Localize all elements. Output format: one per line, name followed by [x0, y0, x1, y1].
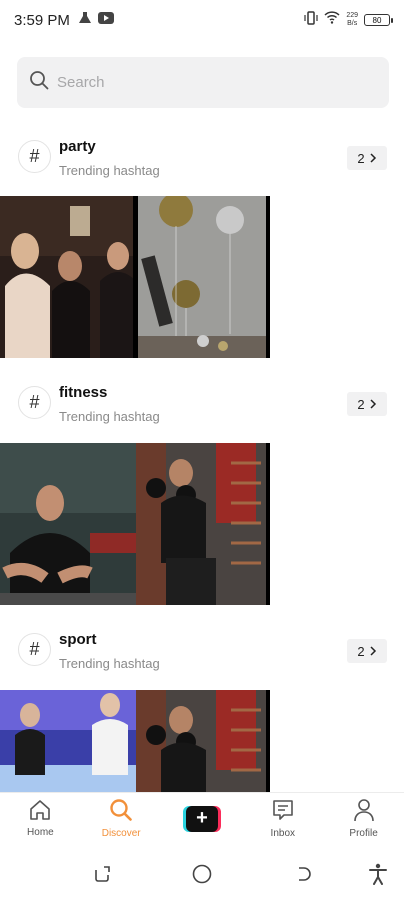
- battery-icon: 80: [364, 14, 393, 26]
- youtube-icon: [97, 11, 114, 29]
- status-bar: 3:59 PM 229 B/s 80: [0, 0, 404, 40]
- video-thumbnail[interactable]: [0, 690, 136, 792]
- video-thumbnail[interactable]: [136, 443, 270, 605]
- hashtag-subtitle: Trending hashtag: [59, 409, 160, 424]
- hashtag-count-button[interactable]: 2: [347, 392, 387, 416]
- hashtag-count: 2: [357, 643, 365, 659]
- chevron-right-icon: [369, 397, 377, 412]
- hashtag-icon: #: [18, 140, 51, 173]
- hashtag-videos-party: [0, 196, 270, 358]
- hashtag-count-button[interactable]: 2: [347, 639, 387, 663]
- nav-home[interactable]: Home: [0, 793, 81, 844]
- hashtag-row-fitness[interactable]: # fitness Trending hashtag 2: [0, 376, 404, 436]
- hashtag-icon: #: [18, 386, 51, 419]
- nav-inbox-label: Inbox: [270, 828, 296, 839]
- hashtag-row-sport[interactable]: # sport Trending hashtag 2: [0, 623, 404, 683]
- nav-discover[interactable]: Discover: [81, 793, 162, 844]
- video-thumbnail[interactable]: [138, 196, 270, 358]
- hashtag-subtitle: Trending hashtag: [59, 656, 160, 671]
- hashtag-row-party[interactable]: # party Trending hashtag 2: [0, 130, 404, 190]
- home-circle-icon[interactable]: [190, 862, 214, 886]
- speed-value: 229: [346, 12, 358, 19]
- hashtag-videos-sport: [0, 690, 270, 792]
- nav-discover-label: Discover: [101, 828, 141, 839]
- hashtag-count: 2: [357, 396, 365, 412]
- home-icon: [28, 799, 52, 824]
- inbox-icon: [271, 798, 295, 825]
- nav-home-label: Home: [27, 827, 54, 838]
- flask-icon: [78, 11, 92, 30]
- nav-inbox[interactable]: Inbox: [242, 793, 323, 844]
- battery-level: 80: [372, 15, 382, 25]
- hashtag-name: party: [59, 138, 96, 155]
- hashtag-videos-fitness: [0, 443, 270, 605]
- video-thumbnail[interactable]: [136, 690, 270, 792]
- plus-icon: +: [182, 805, 221, 832]
- profile-icon: [353, 798, 375, 825]
- hashtag-name: sport: [59, 631, 97, 648]
- vibrate-icon: [304, 10, 318, 30]
- discover-icon: [109, 798, 133, 825]
- nav-create[interactable]: +: [162, 793, 243, 844]
- chevron-right-icon: [369, 644, 377, 659]
- search-input[interactable]: [57, 74, 357, 91]
- nav-profile-label: Profile: [349, 828, 378, 839]
- hashtag-count: 2: [357, 150, 365, 166]
- nav-profile[interactable]: Profile: [323, 793, 404, 844]
- accessibility-icon[interactable]: [366, 862, 390, 886]
- hashtag-name: fitness: [59, 384, 108, 401]
- back-icon[interactable]: [292, 862, 316, 886]
- status-time: 3:59 PM: [14, 11, 70, 29]
- video-thumbnail[interactable]: [0, 443, 136, 605]
- bottom-nav: Home Discover + Inbox Profile: [0, 792, 404, 844]
- search-icon: [29, 70, 49, 95]
- hashtag-subtitle: Trending hashtag: [59, 163, 160, 178]
- chevron-right-icon: [369, 151, 377, 166]
- hashtag-count-button[interactable]: 2: [347, 146, 387, 170]
- wifi-icon: [324, 11, 340, 29]
- network-speed: 229 B/s: [346, 12, 358, 28]
- video-thumbnail[interactable]: [0, 196, 138, 358]
- system-nav: [0, 850, 404, 900]
- recents-icon[interactable]: [90, 862, 114, 886]
- search-bar[interactable]: [17, 57, 389, 108]
- hashtag-icon: #: [18, 633, 51, 666]
- speed-unit: B/s: [347, 20, 358, 27]
